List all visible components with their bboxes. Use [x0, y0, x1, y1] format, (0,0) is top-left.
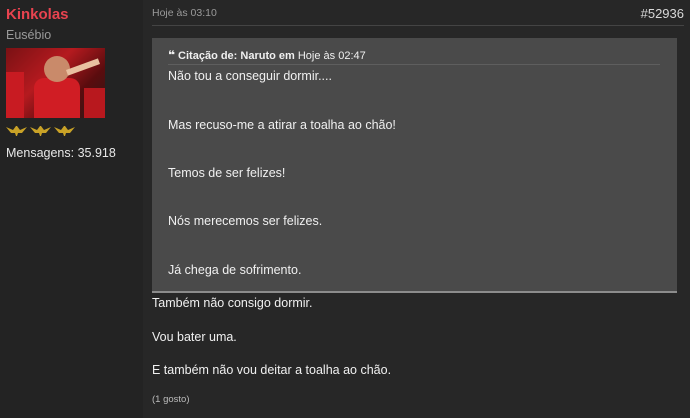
- likes-count[interactable]: (1 gosto): [152, 394, 190, 405]
- post-date: Hoje às 03:10: [152, 7, 217, 19]
- quote-time: Hoje às 02:47: [297, 50, 366, 62]
- author-username[interactable]: Kinkolas: [6, 6, 69, 23]
- quote-line: Nós merecemos ser felizes.: [168, 214, 323, 228]
- quote-author: Citação de: Naruto em: [178, 50, 295, 62]
- post-body-line: Vou bater uma.: [152, 330, 237, 344]
- post-body-line: Também não consigo dormir.: [152, 296, 313, 310]
- header-divider: [152, 25, 684, 26]
- post-permalink[interactable]: #52936: [641, 6, 684, 21]
- quote-icon: ❝: [168, 48, 176, 62]
- message-count: Mensagens: 35.918: [6, 146, 116, 160]
- post-body-line: E também não vou deitar a toalha ao chão…: [152, 363, 392, 377]
- quote-header[interactable]: ❝ Citação de: Naruto em Hoje às 02:47: [168, 48, 660, 65]
- quote-line: Não tou a conseguir dormir....: [168, 69, 332, 83]
- rank-stars: [6, 125, 75, 137]
- eagle-icon: [54, 126, 75, 136]
- quote-block: ❝ Citação de: Naruto em Hoje às 02:47 Não…: [152, 38, 677, 293]
- quote-line: Temos de ser felizes!: [168, 166, 286, 180]
- author-rank: Eusébio: [6, 28, 52, 42]
- quote-line: Mas recuso-me a atirar a toalha ao chão!: [168, 118, 396, 132]
- avatar[interactable]: [6, 48, 105, 118]
- eagle-icon: [30, 126, 51, 136]
- author-sidebar: Kinkolas Eusébio Mensagens: 35.918: [0, 0, 143, 418]
- eagle-icon: [6, 126, 27, 136]
- quote-line: Já chega de sofrimento.: [168, 263, 302, 277]
